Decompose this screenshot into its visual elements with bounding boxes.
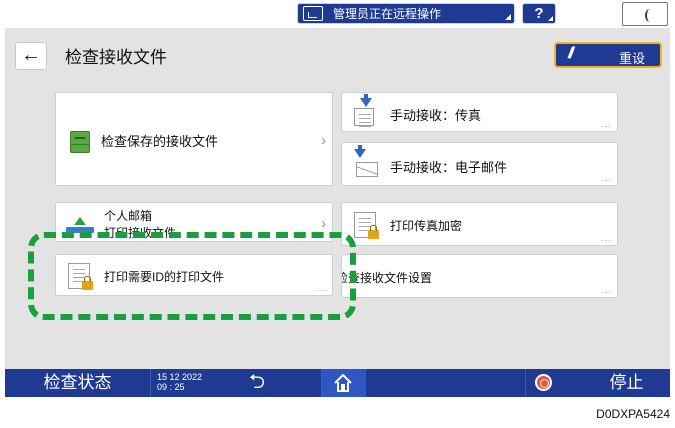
email-download-icon: [352, 145, 378, 179]
personal-box-icon: [66, 217, 94, 237]
back-button[interactable]: ←: [15, 42, 47, 70]
date-text: 15 12 2022: [157, 372, 203, 382]
print-fax-encrypted-card[interactable]: 打印传真加密 ...: [341, 202, 618, 246]
manual-fax-label: 手动接收：传真: [390, 108, 482, 123]
time-text: 09 : 25: [157, 382, 185, 392]
remote-screen-icon: [303, 6, 323, 21]
remote-operation-text: 管理员正在远程操作: [333, 7, 442, 21]
more-indicator: ...: [601, 119, 612, 129]
personal-box-sublabel: 打印接收文件: [104, 226, 177, 240]
reset-button[interactable]: // 重设: [554, 42, 662, 68]
remote-operation-indicator[interactable]: 管理员正在远程操作: [297, 3, 515, 24]
page-title: 检查接收文件: [65, 48, 167, 67]
manual-receive-fax-card[interactable]: 手动接收：传真 ...: [341, 92, 618, 132]
manual-receive-email-card[interactable]: 手动接收：电子邮件 ...: [341, 142, 618, 186]
more-indicator: ...: [601, 233, 612, 243]
stop-icon: [535, 374, 552, 391]
personal-box-card[interactable]: 个人邮箱 打印接收文件 ›: [55, 202, 333, 242]
manual-email-label: 手动接收：电子邮件: [390, 160, 508, 175]
lock-icon: [368, 225, 379, 239]
undo-button[interactable]: ⮌: [227, 369, 287, 397]
chevron-right-icon: ›: [321, 132, 326, 148]
stored-files-label: 检查保存的接收文件: [101, 134, 219, 149]
file-cabinet-icon: [70, 131, 90, 153]
stop-button[interactable]: 停止: [583, 369, 670, 397]
print-requires-id-card[interactable]: 打印需要ID的打印文件 ...: [55, 254, 333, 296]
locked-document-icon: [354, 212, 379, 239]
personal-box-label: 个人邮箱: [104, 209, 153, 223]
corner-triangle-icon: [505, 14, 511, 20]
date-time: 15 12 2022 09 : 25: [157, 372, 202, 392]
main-panel: ← 检查接收文件 // 重设 检查保存的接收文件 › 手动接收：传真 ... 手…: [5, 28, 670, 369]
stored-files-card[interactable]: 检查保存的接收文件 ›: [55, 92, 333, 186]
receive-settings-card[interactable]: 检查接收文件设置 ...: [341, 254, 618, 298]
check-status-button[interactable]: 检查状态: [5, 369, 150, 397]
lock-icon: [82, 276, 93, 290]
figure-code: D0DXPA5424: [596, 407, 670, 421]
undo-arrow-icon: ⮌: [248, 371, 266, 393]
bottom-bar: 检查状态 15 12 2022 09 : 25 ⮌ 停止: [5, 369, 670, 397]
home-icon: [334, 374, 352, 392]
reset-label: 重设: [619, 51, 646, 66]
help-button[interactable]: ?: [522, 3, 556, 24]
moon-icon: [645, 9, 655, 22]
download-tray-icon: [352, 94, 376, 126]
more-indicator: ...: [601, 285, 612, 295]
status-bar: 管理员正在远程操作 ?: [0, 0, 675, 28]
more-indicator: ...: [316, 283, 327, 293]
home-button[interactable]: [321, 369, 365, 397]
locked-document-icon: [68, 263, 93, 290]
print-requires-id-label: 打印需要ID的打印文件: [104, 270, 225, 284]
receive-settings-label: 检查接收文件设置: [341, 271, 433, 285]
print-fax-encrypted-label: 打印传真加密: [390, 219, 463, 233]
more-indicator: ...: [601, 173, 612, 183]
chevron-right-icon: ›: [321, 215, 326, 231]
help-label: ?: [534, 5, 544, 22]
corner-triangle-icon: [548, 16, 553, 21]
back-arrow-icon: ←: [21, 44, 41, 66]
energy-saver-button[interactable]: [622, 2, 668, 26]
reset-icon: //: [568, 45, 574, 62]
